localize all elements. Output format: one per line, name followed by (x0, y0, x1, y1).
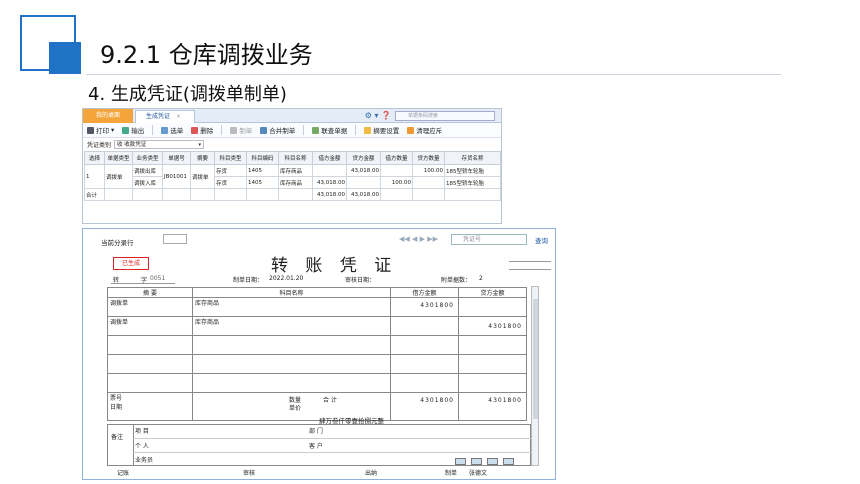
print-button[interactable]: 打印 ▾ (87, 125, 114, 135)
generated-stamp: 已生成 (113, 257, 149, 270)
scroll-thumb[interactable] (533, 299, 538, 419)
divider (133, 424, 134, 466)
close-icon[interactable]: × (176, 113, 181, 120)
total-row: 票号 日期 数量 单价合 计 4301800 4301800 (107, 392, 527, 421)
card-icon[interactable] (471, 458, 482, 465)
make-date-label: 制单日期： (233, 277, 264, 284)
divider (355, 125, 357, 135)
title-divider (86, 74, 781, 75)
project-field[interactable]: 项 目 (135, 426, 149, 435)
divider (221, 125, 223, 135)
ticket-label: 票号 (110, 395, 123, 402)
entry-row[interactable] (107, 335, 527, 355)
divider (509, 261, 551, 262)
vertical-scrollbar[interactable] (531, 286, 539, 466)
tab-generate-voucher[interactable]: 生成凭证 × (135, 110, 195, 123)
audit-date-label: 审核日期： (345, 277, 376, 284)
voucher-search-input[interactable]: 凭证号 (451, 234, 527, 245)
query-docs-button[interactable]: 联查单据 (312, 125, 347, 135)
make-voucher-button[interactable]: 制单 (230, 125, 252, 135)
export-button[interactable]: 输出 (122, 125, 144, 135)
salesman-field[interactable]: 业务员 (135, 455, 153, 464)
print-icon (87, 126, 94, 134)
divider (152, 125, 154, 135)
bookkeeper-label: 记账 (117, 470, 130, 477)
toolbar: 打印 ▾ 输出 选单 删除 制单 合并制单 联查单据 摘要设置 清理应斥 (83, 123, 501, 138)
barcode-search-input[interactable]: 单据条码搜索 (395, 111, 495, 121)
cashier-label: 出纳 (365, 470, 378, 477)
divider (509, 269, 551, 270)
entry-row[interactable]: 调拨单 库存商品 4301800 (107, 316, 527, 336)
pager-icons[interactable]: ◀◀ ◀ ▶ ▶▶ (399, 235, 438, 243)
current-entry-field[interactable] (163, 234, 187, 244)
settings-icon[interactable]: ⚙ ▾ ❓ (365, 111, 391, 120)
attachments-count[interactable]: 2 (479, 275, 483, 282)
department-field[interactable]: 部 门 (309, 426, 323, 435)
slide-subtitle: 4. 生成凭证(调拨单制单) (88, 84, 287, 105)
divider (111, 283, 175, 284)
customer-field[interactable]: 客 户 (309, 441, 323, 450)
table-header: 选择 单据类型 业务类型 单据号 摘要 科目类型 科目编码 科目名称 借方金额 贷方金额 借方数量贷… (84, 151, 501, 165)
chevron-down-icon: ▾ (198, 142, 202, 148)
delete-button[interactable]: 删除 (191, 125, 213, 135)
select-icon (161, 126, 169, 134)
card-icon[interactable] (455, 458, 466, 465)
voucher-list-table: 选择 单据类型 业务类型 单据号 摘要 科目类型 科目编码 科目名称 借方金额 贷方金额 借方数量贷… (84, 151, 501, 201)
voucher-type-label: 凭证类别 (87, 142, 112, 149)
tab-home[interactable]: 我的桌面 (83, 109, 133, 123)
remark-label: 备注 (111, 434, 124, 441)
voucher-no[interactable]: 0051 (150, 275, 165, 282)
auditor-label: 审核 (243, 470, 256, 477)
date2-label: 日期 (110, 404, 123, 411)
generate-voucher-window: 我的桌面 生成凭证 × ⚙ ▾ ❓ 单据条码搜索 打印 ▾ 输出 选单 删除 制单… (82, 108, 502, 224)
maker-label: 制单 (445, 470, 458, 477)
export-icon (122, 126, 130, 134)
voucher-type-select[interactable]: 收 收款凭证 ▾ (114, 140, 205, 149)
select-button[interactable]: 选单 (161, 125, 183, 135)
voucher-type-row: 凭证类别 收 收款凭证 ▾ (83, 138, 501, 151)
tab-label: 生成凭证 (146, 113, 171, 120)
divider (303, 125, 305, 135)
delete-icon (191, 126, 199, 134)
slide-title: 9.2.1 仓库调拨业务 (96, 33, 317, 72)
attachments-label: 附单据数： (441, 277, 472, 284)
table-row[interactable]: 1 调拨单 调拨出库 JB01001 调拨单 存货 1405 库存商品 43,0… (84, 164, 501, 189)
price-label: 单价 (289, 405, 302, 412)
query-link[interactable]: 查询 (535, 235, 548, 245)
entry-row[interactable] (107, 373, 527, 393)
entry-row[interactable] (107, 354, 527, 374)
divider (133, 452, 531, 453)
cleanup-button[interactable]: 清理应斥 (407, 125, 442, 135)
decorative-square (49, 42, 81, 74)
current-entry-label: 当前分录行 (101, 239, 134, 247)
summary-settings-button[interactable]: 摘要设置 (364, 125, 399, 135)
entry-header: 摘 要 科目名称 借方金额 贷方金额 (107, 287, 527, 298)
entry-row[interactable]: 调拨单 库存商品 4301800 (107, 297, 527, 317)
summary-icon (364, 126, 372, 134)
card-icon[interactable] (503, 458, 514, 465)
merge-make-button[interactable]: 合并制单 (260, 125, 295, 135)
table-row[interactable]: 调拨入库 存货 1405 库存商品 43,018.00 100.00 185型轿… (85, 176, 501, 189)
person-field[interactable]: 个 人 (135, 441, 149, 450)
maker-name: 张德文 (469, 470, 488, 477)
divider (133, 438, 531, 439)
total-row: 合计 43,018.00 43,018.00 (84, 188, 501, 201)
card-icon[interactable] (487, 458, 498, 465)
merge-icon (260, 126, 268, 134)
tab-bar: 我的桌面 生成凭证 × ⚙ ▾ ❓ 单据条码搜索 (83, 109, 501, 123)
make-date[interactable]: 2022.01.20 (269, 275, 303, 282)
voucher-entry-table: 摘 要 科目名称 借方金额 贷方金额 调拨单 库存商品 4301800 调拨单 库存… (107, 287, 527, 421)
transfer-voucher-window: 当前分录行 ◀◀ ◀ ▶ ▶▶ 凭证号 查询 转 账 凭 证 已生成 转 字 0… (82, 228, 556, 480)
total-label: 合 计 (323, 397, 337, 404)
query-icon (312, 126, 320, 134)
broom-icon (407, 126, 415, 134)
make-icon (230, 126, 238, 134)
voucher-title: 转 账 凭 证 (271, 256, 398, 276)
